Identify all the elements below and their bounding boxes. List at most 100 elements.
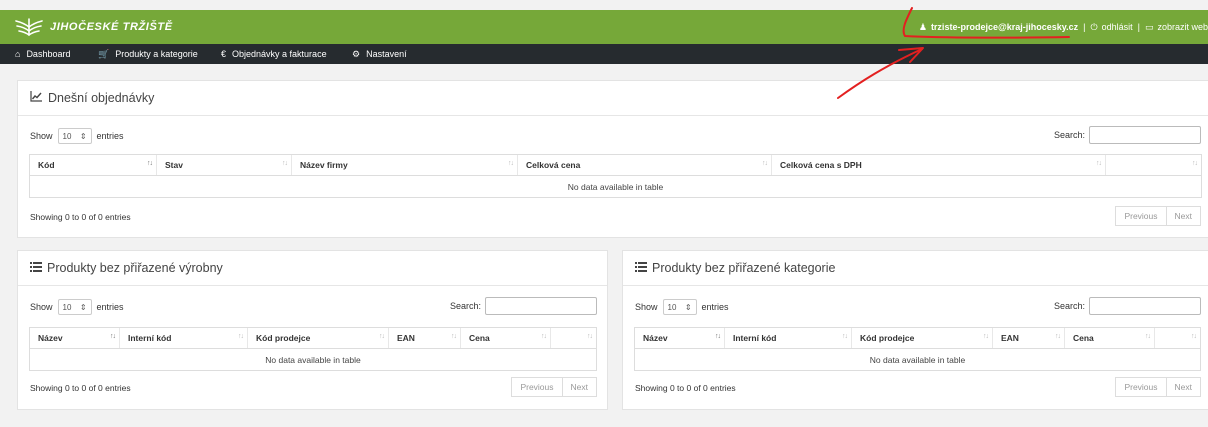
nav-item-label: Nastavení	[366, 49, 407, 59]
column-header[interactable]: Celková cena ↑↓	[517, 154, 772, 176]
euro-icon: €	[221, 49, 227, 59]
show-label: Show	[30, 302, 53, 312]
updown-icon: ⇕	[79, 302, 87, 312]
gear-icon: ⚙	[352, 48, 361, 59]
panel-title: Produkty bez přiřazené kategorie	[635, 261, 835, 275]
cart-icon: 🛒	[98, 48, 110, 59]
products-table: Název ↑↓ Interní kód ↑↓ Kód prodejce ↑↓ EAN…	[634, 327, 1201, 371]
column-header[interactable]: ↑↓	[1105, 154, 1202, 176]
page-length-value: 10	[62, 302, 72, 312]
search-control: Search:	[1054, 126, 1201, 144]
logo[interactable]: JIHOČESKÉ TRŽIŠTĚ	[14, 16, 173, 38]
column-header[interactable]: Název ↑↓	[634, 327, 725, 349]
panel-header: Produkty bez přiřazené výrobny	[18, 251, 607, 286]
panel-header: Dnešní objednávky	[18, 81, 1208, 116]
logout-link[interactable]: odhlásit	[1102, 22, 1133, 32]
page-length-select[interactable]: 10 ⇕	[57, 299, 92, 315]
search-input[interactable]	[1089, 126, 1201, 144]
home-icon: ⌂	[15, 49, 21, 59]
table-row: No data available in table	[29, 175, 1202, 198]
no-category-panel: Produkty bez přiřazené kategorie Show 10…	[622, 250, 1208, 410]
logo-text: JIHOČESKÉ TRŽIŠTĚ	[50, 21, 173, 33]
column-header[interactable]: EAN ↑↓	[992, 327, 1065, 349]
updown-icon: ⇕	[79, 131, 87, 141]
page-length-control: Show 10 ⇕ entries	[30, 128, 124, 144]
next-button[interactable]: Next	[562, 377, 597, 397]
pagination: Previous Next	[511, 377, 597, 397]
column-header[interactable]: EAN ↑↓	[388, 327, 461, 349]
search-control: Search:	[1054, 297, 1201, 315]
table-header-row: Název ↑↓ Interní kód ↑↓ Kód prodejce ↑↓ EAN…	[29, 327, 597, 349]
page-length-select[interactable]: 10 ⇕	[662, 299, 697, 315]
column-header[interactable]: Interní kód ↑↓	[724, 327, 852, 349]
top-bar: JIHOČESKÉ TRŽIŠTĚ ♟ trziste-prodejce@kra…	[0, 10, 1208, 44]
previous-button[interactable]: Previous	[1115, 206, 1167, 226]
view-web-link[interactable]: zobrazit web	[1157, 22, 1208, 32]
column-header[interactable]: Kód prodejce ↑↓	[247, 327, 389, 349]
empty-table-message: No data available in table	[634, 348, 1201, 371]
column-header[interactable]: ↑↓	[550, 327, 597, 349]
orders-panel: Dnešní objednávky Show 10 ⇕ entries Searc…	[17, 80, 1208, 238]
nav-item-orders[interactable]: € Objednávky a fakturace	[221, 44, 327, 64]
table-info: Showing 0 to 0 of 0 entries	[30, 383, 131, 393]
column-header[interactable]: Kód prodejce ↑↓	[851, 327, 993, 349]
list-icon	[635, 261, 647, 275]
table-row: No data available in table	[634, 348, 1201, 371]
nav-item-settings[interactable]: ⚙ Nastavení	[352, 44, 407, 64]
page-length-select[interactable]: 10 ⇕	[57, 128, 92, 144]
panel-header: Produkty bez přiřazené kategorie	[623, 251, 1208, 286]
search-control: Search:	[450, 297, 597, 315]
empty-table-message: No data available in table	[29, 348, 597, 371]
search-label: Search:	[1053, 301, 1085, 311]
search-label: Search:	[1053, 130, 1085, 140]
monitor-icon: ▭	[1144, 21, 1154, 32]
updown-icon: ⇕	[684, 302, 692, 312]
no-manufacturer-panel: Produkty bez přiřazené výrobny Show 10 ⇕ …	[17, 250, 608, 410]
user-email-link[interactable]: trziste-prodejce@kraj-jihocesky.cz	[931, 22, 1078, 32]
page-length-control: Show 10 ⇕ entries	[635, 299, 729, 315]
column-header[interactable]: Název firmy ↑↓	[291, 154, 518, 176]
page-length-value: 10	[667, 302, 677, 312]
column-header[interactable]: Celková cena s DPH ↑↓	[771, 154, 1106, 176]
show-label: Show	[30, 131, 53, 141]
orders-table: Kód ↑↓ Stav ↑↓ Název firmy ↑↓ Celková cena ↑…	[29, 154, 1202, 198]
table-row: No data available in table	[29, 348, 597, 371]
previous-button[interactable]: Previous	[1115, 377, 1167, 397]
user-icon: ♟	[918, 21, 927, 32]
empty-table-message: No data available in table	[29, 175, 1202, 198]
table-header-row: Kód ↑↓ Stav ↑↓ Název firmy ↑↓ Celková cena ↑…	[29, 154, 1202, 176]
search-input[interactable]	[485, 297, 597, 315]
nav-item-products[interactable]: 🛒 Produkty a kategorie	[98, 44, 198, 64]
column-header[interactable]: Cena ↑↓	[460, 327, 551, 349]
column-header[interactable]: Stav ↑↓	[156, 154, 292, 176]
previous-button[interactable]: Previous	[511, 377, 563, 397]
page-length-control: Show 10 ⇕ entries	[30, 299, 124, 315]
column-header[interactable]: Kód ↑↓	[29, 154, 157, 176]
entries-label: entries	[96, 131, 124, 141]
column-header[interactable]: Interní kód ↑↓	[119, 327, 248, 349]
products-table: Název ↑↓ Interní kód ↑↓ Kód prodejce ↑↓ EAN…	[29, 327, 597, 371]
panel-title: Dnešní objednávky	[30, 91, 154, 105]
next-button[interactable]: Next	[1166, 206, 1201, 226]
line-chart-icon	[30, 91, 43, 105]
separator: |	[1137, 22, 1140, 32]
table-info: Showing 0 to 0 of 0 entries	[635, 383, 736, 393]
separator: |	[1083, 22, 1086, 32]
search-input[interactable]	[1089, 297, 1201, 315]
main-nav: ⌂ Dashboard 🛒 Produkty a kategorie € Obj…	[0, 44, 1208, 64]
panel-title-text: Dnešní objednávky	[48, 91, 155, 105]
panel-title-text: Produkty bez přiřazené kategorie	[652, 261, 836, 275]
pagination: Previous Next	[1115, 206, 1201, 226]
nav-item-label: Produkty a kategorie	[115, 49, 198, 59]
column-header[interactable]: Cena ↑↓	[1064, 327, 1155, 349]
list-icon	[30, 261, 42, 275]
nav-item-label: Objednávky a fakturace	[232, 49, 327, 59]
next-button[interactable]: Next	[1166, 377, 1201, 397]
user-area: ♟ trziste-prodejce@kraj-jihocesky.cz | ⏻…	[919, 10, 1208, 44]
column-header[interactable]: ↑↓	[1154, 327, 1201, 349]
nav-item-dashboard[interactable]: ⌂ Dashboard	[15, 44, 70, 64]
column-header[interactable]: Název ↑↓	[29, 327, 120, 349]
entries-label: entries	[701, 302, 729, 312]
power-icon: ⏻	[1090, 21, 1098, 32]
entries-label: entries	[96, 302, 124, 312]
